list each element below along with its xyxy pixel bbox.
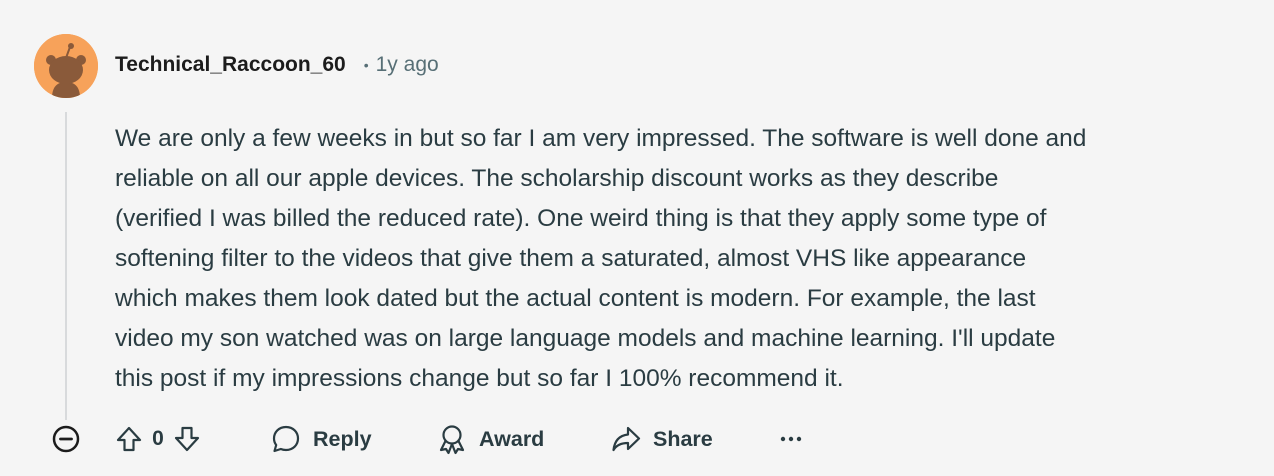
arrow-up-icon [116, 426, 142, 452]
speech-bubble-icon [272, 425, 300, 453]
award-label: Award [479, 426, 545, 451]
comment-actions: 0 Reply Award Share [0, 418, 1274, 460]
vote-controls: 0 [112, 420, 204, 458]
share-label: Share [653, 426, 713, 451]
separator-dot: • [363, 57, 369, 73]
comment-line: We are only a few weeks in but so far I … [115, 125, 1087, 152]
share-arrow-icon [612, 426, 641, 452]
comment-line: (verified I was billed the reduced rate)… [115, 205, 1047, 232]
vote-count: 0 [152, 427, 164, 450]
arrow-down-icon [174, 426, 200, 452]
avatar[interactable] [34, 34, 98, 98]
award-ribbon-icon [439, 425, 465, 455]
comment-line: video my son watched was on large langua… [115, 325, 1056, 352]
reply-label: Reply [313, 426, 372, 451]
author-name[interactable]: Technical_Raccoon_60 [115, 53, 346, 77]
timestamp[interactable]: 1y ago [376, 53, 439, 77]
downvote-button[interactable] [170, 422, 204, 456]
comment-body: We are only a few weeks in but so far I … [115, 119, 1265, 399]
collapse-button[interactable] [52, 425, 80, 453]
comment-header: Technical_Raccoon_60 • 1y ago [115, 51, 439, 79]
comment-line: which makes them look dated but the actu… [115, 285, 1036, 312]
snoo-avatar-icon [34, 34, 98, 98]
comment-line: this post if my impressions change but s… [115, 365, 844, 392]
comment: Technical_Raccoon_60 • 1y ago We are onl… [0, 0, 1274, 476]
reply-button[interactable]: Reply [270, 420, 372, 458]
minus-circle-icon [52, 425, 80, 453]
upvote-button[interactable] [112, 422, 146, 456]
more-dots-icon [780, 436, 802, 442]
award-button[interactable]: Award [436, 420, 544, 458]
thread-line[interactable] [65, 112, 67, 420]
more-options-button[interactable] [776, 424, 806, 454]
comment-line: reliable on all our apple devices. The s… [115, 165, 999, 192]
comment-line: softening filter to the videos that give… [115, 245, 1027, 272]
share-button[interactable]: Share [610, 420, 713, 458]
